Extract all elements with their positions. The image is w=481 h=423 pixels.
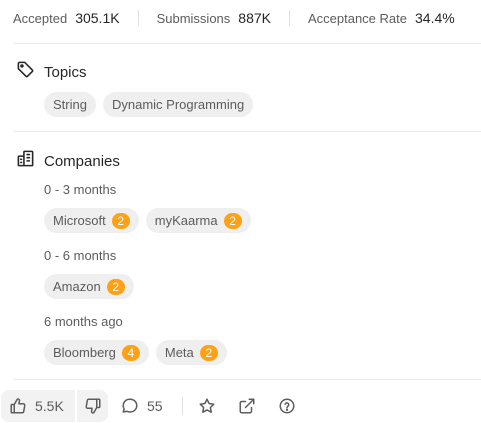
company-count-badge: 2 bbox=[223, 212, 242, 229]
company-count-badge: 2 bbox=[199, 344, 218, 361]
company-tags-group: Bloomberg 4 Meta 2 bbox=[44, 340, 227, 365]
acceptance-rate-value: 34.4% bbox=[415, 10, 455, 26]
dislike-button[interactable] bbox=[84, 390, 102, 422]
tag-icon bbox=[16, 60, 35, 84]
companies-title: Companies bbox=[44, 152, 120, 170]
divider bbox=[13, 131, 481, 132]
company-tag-meta[interactable]: Meta 2 bbox=[155, 340, 227, 365]
company-tag-mykaarma[interactable]: myKaarma 2 bbox=[145, 208, 251, 233]
company-count-badge: 4 bbox=[121, 344, 140, 361]
company-tags-group: Microsoft 2 myKaarma 2 bbox=[44, 208, 251, 233]
company-count-badge: 2 bbox=[106, 278, 125, 295]
problem-stats: Accepted 305.1K Submissions 887K Accepta… bbox=[13, 8, 455, 28]
star-icon bbox=[198, 397, 216, 415]
stat-divider bbox=[288, 10, 290, 26]
divider bbox=[13, 379, 481, 380]
comment-count: 55 bbox=[147, 398, 163, 414]
vote-divider bbox=[75, 390, 77, 422]
company-tag-amazon[interactable]: Amazon 2 bbox=[44, 274, 134, 299]
acceptance-rate-label: Acceptance Rate bbox=[307, 10, 407, 26]
accepted-label: Accepted bbox=[13, 10, 68, 26]
help-icon bbox=[278, 397, 296, 415]
company-count-badge: 2 bbox=[111, 212, 130, 229]
company-name: myKaarma bbox=[154, 213, 218, 228]
company-tag-microsoft[interactable]: Microsoft 2 bbox=[44, 208, 139, 233]
action-divider bbox=[182, 397, 183, 415]
thumbs-up-icon bbox=[9, 397, 27, 415]
company-tag-bloomberg[interactable]: Bloomberg 4 bbox=[44, 340, 149, 365]
thumbs-down-icon bbox=[84, 397, 102, 415]
period-label: 6 months ago bbox=[44, 314, 123, 329]
building-icon bbox=[16, 149, 35, 173]
stat-divider bbox=[137, 10, 139, 26]
company-name: Microsoft bbox=[53, 213, 106, 228]
comment-icon bbox=[121, 397, 139, 415]
submissions-value: 887K bbox=[238, 10, 271, 26]
company-name: Meta bbox=[164, 345, 194, 360]
divider bbox=[13, 43, 481, 44]
topics-title: Topics bbox=[44, 63, 87, 81]
company-tags-group: Amazon 2 bbox=[44, 274, 134, 299]
comments-button[interactable]: 55 bbox=[121, 390, 163, 422]
topic-tag-dynamic-programming[interactable]: Dynamic Programming bbox=[102, 92, 254, 117]
topic-tag-string[interactable]: String bbox=[44, 92, 96, 117]
company-name: Bloomberg bbox=[53, 345, 116, 360]
submissions-label: Submissions bbox=[156, 10, 231, 26]
companies-header[interactable]: Companies bbox=[16, 149, 120, 173]
company-name: Amazon bbox=[53, 279, 101, 294]
period-label: 0 - 6 months bbox=[44, 248, 117, 263]
like-count: 5.5K bbox=[35, 398, 64, 414]
share-button[interactable] bbox=[238, 390, 256, 422]
accepted-value: 305.1K bbox=[75, 10, 120, 26]
period-label: 0 - 3 months bbox=[44, 182, 117, 197]
like-button[interactable]: 5.5K bbox=[9, 390, 64, 422]
topic-tags: String Dynamic Programming bbox=[44, 92, 254, 117]
help-button[interactable] bbox=[278, 390, 296, 422]
share-icon bbox=[238, 397, 256, 415]
favorite-button[interactable] bbox=[198, 390, 216, 422]
action-bar: 5.5K 55 bbox=[0, 390, 481, 422]
topics-header[interactable]: Topics bbox=[16, 60, 87, 84]
